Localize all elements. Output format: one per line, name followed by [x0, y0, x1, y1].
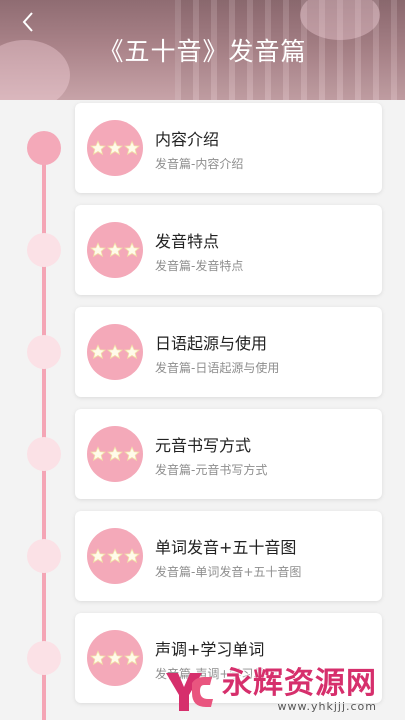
star-icon: [90, 140, 106, 156]
stars-icon: [90, 242, 140, 258]
star-icon: [124, 548, 140, 564]
star-icon: [90, 344, 106, 360]
stars-icon: [90, 650, 140, 666]
lesson-title: 声调+学习单词: [155, 640, 265, 659]
star-icon: [124, 344, 140, 360]
star-icon: [124, 446, 140, 462]
stars-icon: [90, 548, 140, 564]
rating-badge: [87, 120, 143, 176]
star-icon: [107, 242, 123, 258]
lesson-card[interactable]: 日语起源与使用发音篇-日语起源与使用: [75, 307, 382, 397]
lesson-card[interactable]: 内容介绍发音篇-内容介绍: [75, 103, 382, 193]
rating-badge: [87, 630, 143, 686]
star-icon: [124, 242, 140, 258]
timeline-dot: [27, 335, 61, 369]
timeline-dot: [27, 437, 61, 471]
timeline-dot: [27, 233, 61, 267]
lesson-title: 发音特点: [155, 232, 220, 251]
star-icon: [107, 650, 123, 666]
star-icon: [107, 344, 123, 360]
lesson-card[interactable]: 发音特点发音篇-发音特点: [75, 205, 382, 295]
timeline-dot: [27, 641, 61, 675]
lesson-title: 单词发音+五十音图: [155, 538, 297, 557]
timeline-dot: [27, 539, 61, 573]
rating-badge: [87, 528, 143, 584]
stars-icon: [90, 446, 140, 462]
rating-badge: [87, 324, 143, 380]
chevron-left-icon: [22, 12, 33, 32]
lesson-subtitle: 发音篇-单词发音+五十音图: [155, 565, 302, 579]
star-icon: [90, 650, 106, 666]
lesson-title: 内容介绍: [155, 130, 220, 149]
lesson-subtitle: 发音篇-元音书写方式: [155, 463, 268, 477]
lesson-card[interactable]: 元音书写方式发音篇-元音书写方式: [75, 409, 382, 499]
watermark-logo: [166, 673, 213, 711]
page-title: 《五十音》发音篇: [98, 37, 307, 66]
star-icon: [90, 446, 106, 462]
stars-icon: [90, 344, 140, 360]
lesson-subtitle: 发音篇-发音特点: [155, 259, 244, 273]
rating-badge: [87, 222, 143, 278]
timeline-dot: [27, 131, 61, 165]
lesson-card[interactable]: 单词发音+五十音图发音篇-单词发音+五十音图: [75, 511, 382, 601]
lesson-title: 日语起源与使用: [155, 334, 268, 353]
watermark-text: 永辉资源网: [222, 666, 377, 701]
lesson-subtitle: 发音篇-日语起源与使用: [155, 361, 280, 375]
lesson-subtitle: 发音篇-内容介绍: [155, 157, 244, 171]
header-banner: 《五十音》发音篇: [0, 0, 405, 100]
rating-badge: [87, 426, 143, 482]
lesson-title: 元音书写方式: [155, 436, 252, 455]
star-icon: [90, 548, 106, 564]
star-icon: [107, 446, 123, 462]
stars-icon: [90, 140, 140, 156]
watermark-url: www.yhkjjj.com: [277, 700, 377, 713]
star-icon: [107, 548, 123, 564]
star-icon: [90, 242, 106, 258]
watermark: 永辉资源网 www.yhkjjj.com: [160, 662, 405, 720]
star-icon: [107, 140, 123, 156]
star-icon: [124, 140, 140, 156]
star-icon: [124, 650, 140, 666]
